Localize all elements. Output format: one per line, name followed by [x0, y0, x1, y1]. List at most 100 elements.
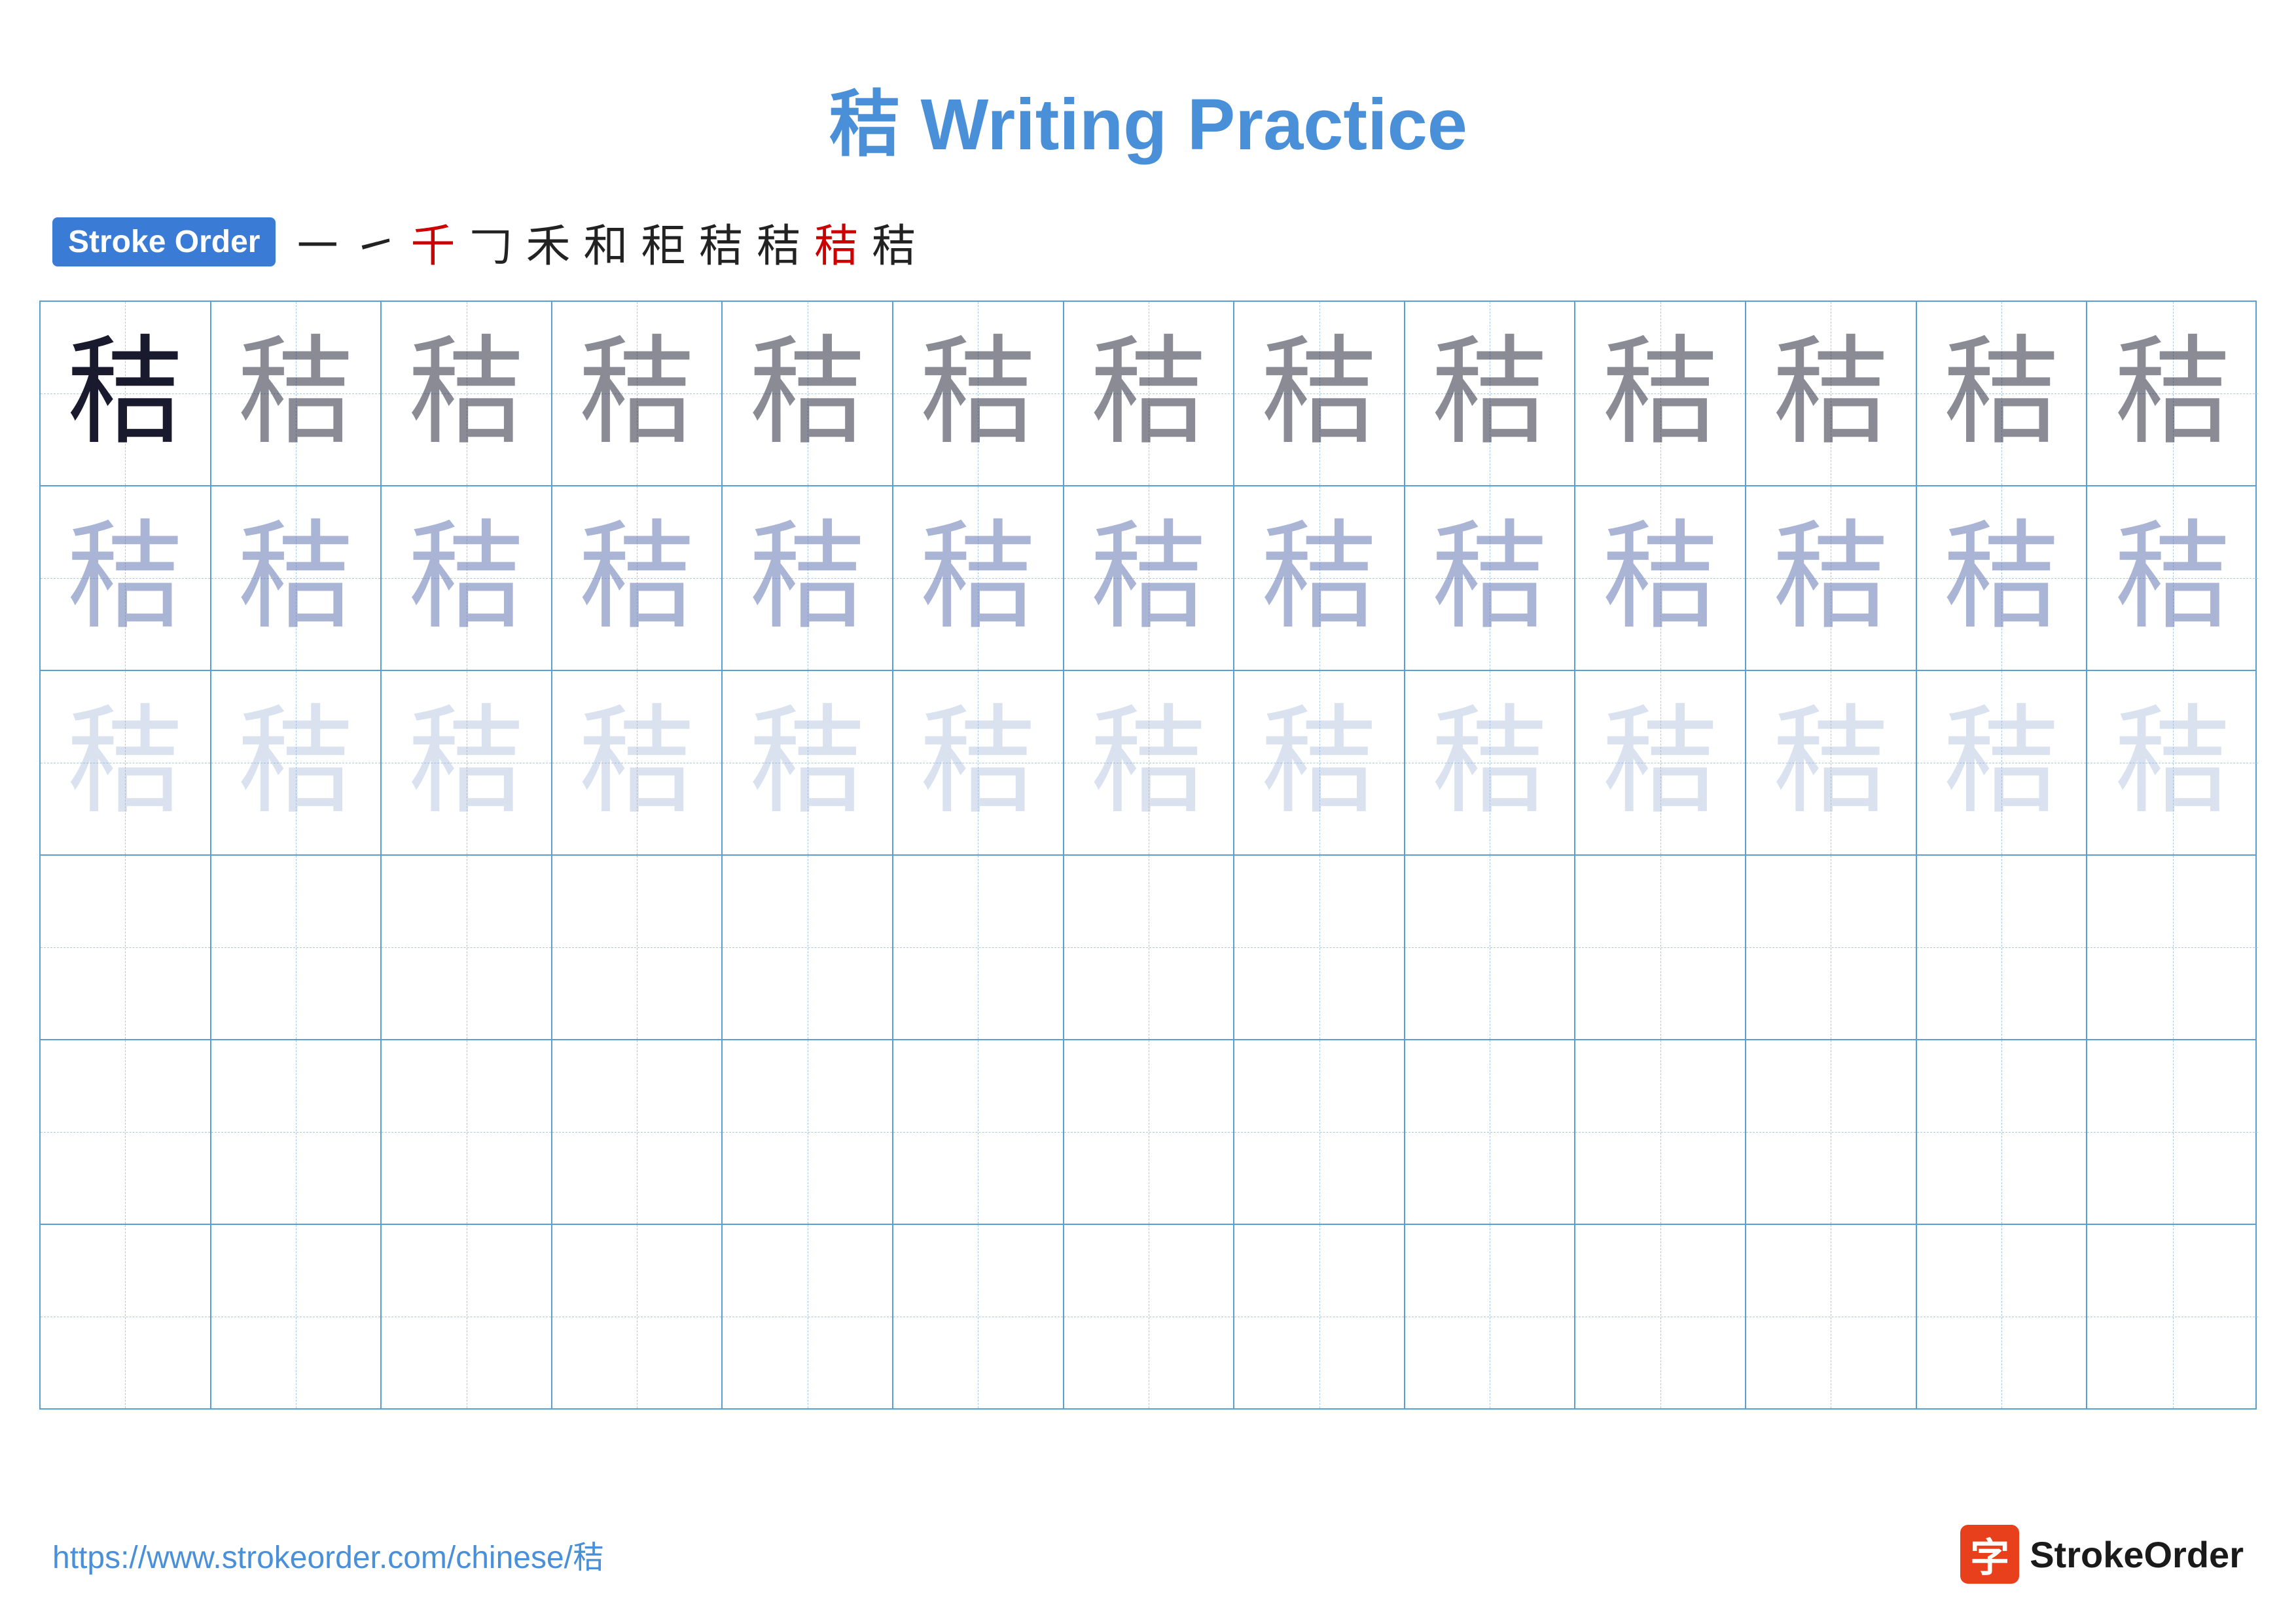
grid-cell[interactable]: [893, 856, 1064, 1039]
grid-cell[interactable]: [1575, 856, 1746, 1039]
grid-cell: 秸: [1917, 486, 2088, 670]
grid-row-3: 秸 秸 秸 秸 秸 秸 秸 秸 秸 秸 秸 秸 秸: [41, 671, 2255, 856]
grid-cell[interactable]: [1405, 1040, 1576, 1224]
stroke-7: 秬: [641, 210, 686, 274]
grid-cell: 秸: [723, 486, 893, 670]
page-title: 秸 Writing Practice: [0, 0, 2296, 210]
stroke-2: ㇀: [353, 210, 397, 274]
grid-row-5: [41, 1040, 2255, 1225]
footer: https://www.strokeorder.com/chinese/秸 字 …: [52, 1525, 2244, 1584]
stroke-9: 秸: [757, 210, 801, 274]
grid-cell[interactable]: [1917, 1040, 2088, 1224]
grid-cell[interactable]: [2087, 1225, 2258, 1408]
grid-cell: 秸: [723, 302, 893, 485]
grid-cell[interactable]: [552, 1040, 723, 1224]
grid-cell: 秸: [382, 486, 552, 670]
grid-cell: 秸: [893, 486, 1064, 670]
grid-cell: 秸: [1917, 302, 2088, 485]
grid-cell: 秸: [893, 302, 1064, 485]
grid-cell: 秸: [1064, 302, 1235, 485]
grid-cell[interactable]: [552, 856, 723, 1039]
grid-cell[interactable]: [211, 856, 382, 1039]
practice-grid: 秸 秸 秸 秸 秸 秸 秸 秸 秸 秸 秸 秸 秸 秸 秸 秸 秸 秸 秸 秸 …: [39, 301, 2257, 1410]
grid-cell[interactable]: [1234, 1225, 1405, 1408]
grid-cell[interactable]: [382, 856, 552, 1039]
grid-row-1: 秸 秸 秸 秸 秸 秸 秸 秸 秸 秸 秸 秸 秸: [41, 302, 2255, 486]
grid-cell[interactable]: [1405, 856, 1576, 1039]
grid-cell: 秸: [2087, 486, 2258, 670]
grid-cell[interactable]: [1917, 1225, 2088, 1408]
grid-cell[interactable]: [382, 1040, 552, 1224]
grid-cell[interactable]: [1405, 1225, 1576, 1408]
grid-cell: 秸: [382, 671, 552, 854]
grid-row-6: [41, 1225, 2255, 1408]
grid-cell[interactable]: [893, 1225, 1064, 1408]
grid-cell[interactable]: [41, 1040, 211, 1224]
grid-cell: 秸: [211, 671, 382, 854]
grid-cell[interactable]: [41, 856, 211, 1039]
grid-cell[interactable]: [382, 1225, 552, 1408]
stroke-5: 禾: [526, 210, 571, 274]
grid-cell: 秸: [1064, 486, 1235, 670]
footer-url[interactable]: https://www.strokeorder.com/chinese/秸: [52, 1531, 604, 1577]
grid-cell[interactable]: [1064, 1225, 1235, 1408]
grid-cell[interactable]: [893, 1040, 1064, 1224]
stroke-8: 秸: [699, 210, 744, 274]
grid-cell: 秸: [1234, 302, 1405, 485]
grid-cell: 秸: [1746, 486, 1917, 670]
logo-icon: 字: [1960, 1525, 2019, 1584]
grid-cell[interactable]: [41, 1225, 211, 1408]
grid-cell: 秸: [41, 302, 211, 485]
grid-cell: 秸: [41, 671, 211, 854]
stroke-10: 秸: [814, 210, 859, 274]
grid-cell[interactable]: [1746, 1040, 1917, 1224]
grid-cell: 秸: [211, 302, 382, 485]
grid-cell: 秸: [1064, 671, 1235, 854]
grid-cell: 秸: [382, 302, 552, 485]
grid-cell[interactable]: [2087, 856, 2258, 1039]
stroke-3: 千: [410, 210, 455, 274]
grid-cell[interactable]: [1234, 856, 1405, 1039]
grid-cell[interactable]: [1917, 856, 2088, 1039]
grid-cell[interactable]: [1575, 1040, 1746, 1224]
stroke-4: 𠃌: [468, 210, 512, 274]
grid-cell: 秸: [552, 486, 723, 670]
grid-cell[interactable]: [723, 1225, 893, 1408]
grid-cell[interactable]: [211, 1225, 382, 1408]
grid-cell: 秸: [41, 486, 211, 670]
stroke-1: ㇐: [295, 210, 340, 274]
grid-cell: 秸: [1234, 486, 1405, 670]
grid-row-4: [41, 856, 2255, 1040]
grid-cell: 秸: [552, 302, 723, 485]
grid-cell: 秸: [1917, 671, 2088, 854]
footer-logo: 字 StrokeOrder: [1960, 1525, 2244, 1584]
grid-cell[interactable]: [1234, 1040, 1405, 1224]
title-char: 秸: [829, 84, 901, 165]
grid-cell: 秸: [211, 486, 382, 670]
title-text: Writing Practice: [901, 84, 1467, 165]
grid-cell: 秸: [893, 671, 1064, 854]
grid-cell[interactable]: [1746, 1225, 1917, 1408]
logo-text: StrokeOrder: [2030, 1533, 2244, 1576]
grid-cell: 秸: [1234, 671, 1405, 854]
grid-cell: 秸: [1405, 302, 1576, 485]
grid-cell: 秸: [723, 671, 893, 854]
stroke-11: 秸: [872, 210, 916, 274]
grid-cell: 秸: [2087, 671, 2258, 854]
grid-cell[interactable]: [1746, 856, 1917, 1039]
grid-cell[interactable]: [1064, 1040, 1235, 1224]
grid-cell: 秸: [1575, 671, 1746, 854]
grid-cell[interactable]: [723, 856, 893, 1039]
stroke-chars: ㇐ ㇀ 千 𠃌 禾 和 秬 秸 秸 秸 秸: [295, 210, 916, 274]
grid-cell: 秸: [1405, 671, 1576, 854]
stroke-order-badge: Stroke Order: [52, 217, 276, 266]
grid-cell[interactable]: [1064, 856, 1235, 1039]
grid-cell[interactable]: [211, 1040, 382, 1224]
grid-cell[interactable]: [723, 1040, 893, 1224]
grid-cell[interactable]: [552, 1225, 723, 1408]
grid-cell[interactable]: [1575, 1225, 1746, 1408]
grid-cell: 秸: [552, 671, 723, 854]
stroke-6: 和: [584, 210, 628, 274]
grid-cell[interactable]: [2087, 1040, 2258, 1224]
grid-cell: 秸: [2087, 302, 2258, 485]
